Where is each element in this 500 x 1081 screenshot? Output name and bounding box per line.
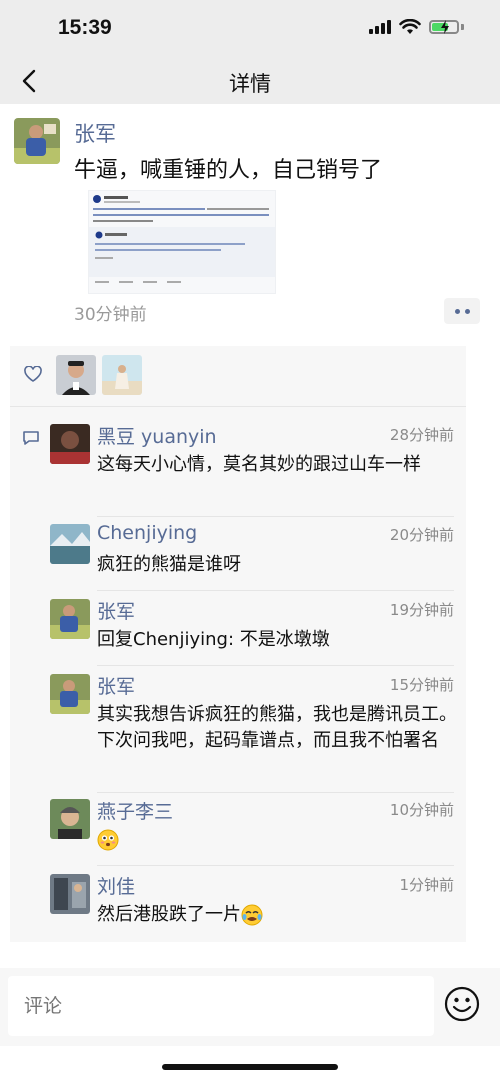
comment-text: 回复Chenjiying: 不是冰墩墩 — [97, 629, 330, 650]
smiley-face-icon — [444, 986, 480, 1022]
status-time: 15:39 — [58, 16, 112, 39]
post-author[interactable]: 张军 — [74, 118, 116, 148]
comment-time: 10分钟前 — [389, 801, 454, 819]
signal-icon — [369, 20, 391, 34]
page-title: 详情 — [229, 72, 271, 96]
comment-item[interactable]: Chenjiying 20分钟前 疯狂的熊猫是谁呀 — [50, 522, 454, 591]
comment-author[interactable]: 刘佳 — [97, 872, 135, 899]
divider — [97, 516, 454, 517]
avatar[interactable] — [50, 799, 90, 839]
post-time: 30分钟前 — [74, 305, 147, 325]
comment-item[interactable]: 刘佳 1分钟前 然后港股跌了一片 — [50, 874, 454, 938]
comment-author[interactable]: Chenjiying — [97, 522, 197, 544]
comment-item[interactable]: 张军 15分钟前 其实我想告诉疯狂的熊猫，我也是腾讯员工。下次问我吧，起码靠谱点… — [50, 672, 457, 793]
avatar[interactable] — [50, 674, 90, 714]
comment-icon — [23, 431, 39, 445]
nav-bar: 详情 — [0, 58, 500, 104]
comment-item[interactable]: 燕子李三 10分钟前 — [50, 797, 457, 866]
like-avatar[interactable] — [56, 355, 96, 395]
heart-icon — [24, 366, 42, 382]
comment-item[interactable]: 张军 19分钟前 回复Chenjiying: 不是冰墩墩 — [50, 597, 454, 666]
avatar[interactable] — [50, 874, 90, 914]
comment-author[interactable]: 张军 — [97, 597, 135, 624]
avatar[interactable] — [50, 599, 90, 639]
divider — [97, 590, 454, 591]
comment-time: 20分钟前 — [389, 526, 454, 544]
more-button[interactable] — [444, 298, 480, 324]
post-text: 牛逼，喊重锤的人，自己销号了 — [74, 158, 383, 183]
comment-item[interactable]: 黑豆 yuanyin 28分钟前 这每天小心情，莫名其妙的跟过山车一样 — [50, 422, 454, 517]
comment-time: 28分钟前 — [389, 426, 454, 444]
battery-cap — [461, 24, 464, 30]
wifi-icon — [399, 19, 421, 34]
emoji-button[interactable] — [444, 986, 480, 1022]
comment-text-content: 然后港股跌了一片 — [97, 904, 241, 925]
comment-bar — [0, 968, 500, 1046]
comment-input[interactable] — [8, 976, 434, 1036]
comments-box: 黑豆 yuanyin 28分钟前 这每天小心情，莫名其妙的跟过山车一样 Chen… — [10, 346, 466, 942]
comment-text: 疯狂的熊猫是谁呀 — [97, 554, 241, 575]
status-icons — [369, 19, 464, 35]
home-indicator — [162, 1064, 338, 1070]
comment-author[interactable]: 燕子李三 — [97, 797, 173, 824]
likes-row — [10, 346, 466, 407]
crying-face-emoji-icon — [241, 904, 263, 926]
divider — [97, 792, 454, 793]
comment-time: 19分钟前 — [389, 601, 454, 619]
avatar[interactable] — [50, 524, 90, 564]
comment-text: 其实我想告诉疯狂的熊猫，我也是腾讯员工。下次问我吧，起码靠谱点，而且我不怕署名 — [97, 704, 457, 751]
post-image[interactable] — [88, 190, 276, 294]
like-avatar[interactable] — [102, 355, 142, 395]
divider — [97, 865, 454, 866]
comment-author[interactable]: 黑豆 yuanyin — [97, 422, 217, 449]
comment-text — [97, 827, 457, 853]
avatar[interactable] — [50, 424, 90, 464]
status-bar: 15:39 — [0, 0, 500, 58]
battery-icon — [429, 20, 459, 34]
comment-time: 1分钟前 — [399, 876, 454, 894]
divider — [97, 665, 454, 666]
comment-text: 这每天小心情，莫名其妙的跟过山车一样 — [97, 454, 421, 475]
comment-text: 然后港股跌了一片 — [97, 902, 457, 928]
comment-time: 15分钟前 — [389, 676, 454, 694]
comment-author[interactable]: 张军 — [97, 672, 135, 699]
avatar[interactable] — [14, 118, 60, 164]
flushed-face-emoji-icon — [97, 829, 119, 851]
